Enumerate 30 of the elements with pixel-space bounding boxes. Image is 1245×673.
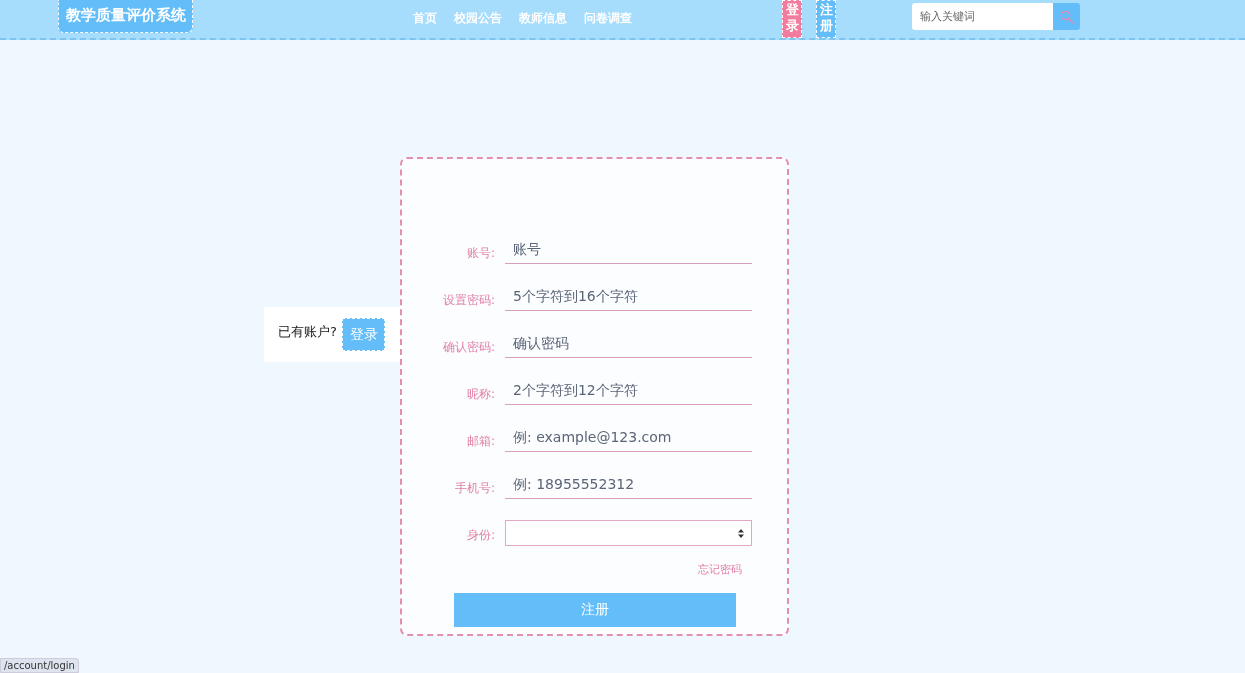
search-button[interactable] (1053, 3, 1080, 30)
login-prompt-text: 已有账户? (278, 322, 337, 341)
identity-select[interactable] (505, 520, 752, 546)
status-url: /account/login (0, 658, 79, 673)
register-button[interactable]: 注册 (816, 0, 836, 38)
site-logo: 教学质量评价系统 (58, 0, 193, 33)
input-field[interactable]: 2个字符到12个字符 (505, 375, 752, 405)
login-button[interactable]: 登录 (782, 0, 802, 38)
nav-link[interactable]: 问卷调查 (584, 9, 632, 27)
field-label: 手机号: (453, 480, 496, 497)
input-field[interactable]: 例: example@123.com (505, 422, 752, 452)
field-label: 确认密码: (441, 339, 496, 356)
field-label: 设置密码: (441, 292, 496, 309)
input-field[interactable]: 确认密码 (505, 328, 752, 358)
forgot-password-link[interactable]: 忘记密码 (698, 562, 742, 577)
search-icon (1059, 9, 1074, 24)
login-button[interactable]: 登录 (342, 318, 385, 351)
field-label: 邮箱: (465, 433, 496, 450)
input-field[interactable]: 5个字符到16个字符 (505, 281, 752, 311)
nav-link[interactable]: 校园公告 (454, 9, 502, 27)
nav-link[interactable]: 教师信息 (519, 9, 567, 27)
input-field[interactable]: 例: 18955552312 (505, 469, 752, 499)
field-label: 账号: (465, 245, 496, 262)
field-label: 身份: (465, 527, 496, 544)
updown-icon (738, 528, 744, 538)
field-label: 昵称: (465, 386, 496, 403)
register-submit-button[interactable]: 注册 (454, 593, 736, 627)
search-field[interactable]: 输入关键词 (912, 3, 1053, 30)
input-field[interactable]: 账号 (505, 234, 752, 264)
nav-link[interactable]: 首页 (413, 9, 437, 27)
